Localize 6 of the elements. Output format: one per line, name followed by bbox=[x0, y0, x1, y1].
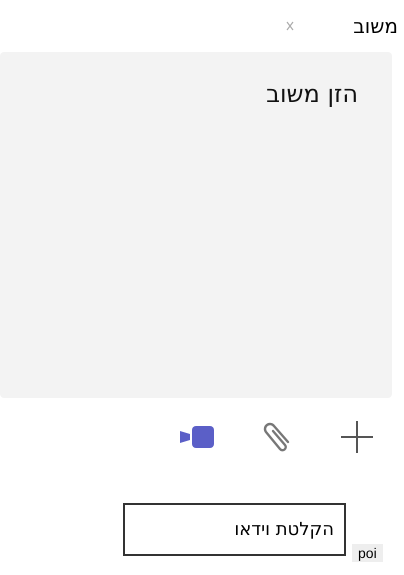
badge: poi bbox=[352, 544, 383, 562]
feedback-field[interactable]: הזן משוב bbox=[0, 52, 392, 398]
plus-icon[interactable] bbox=[340, 420, 374, 454]
panel-title: משוב bbox=[353, 14, 398, 38]
video-camera-icon[interactable] bbox=[180, 425, 216, 449]
tooltip: הקלטת וידאו bbox=[123, 503, 346, 556]
